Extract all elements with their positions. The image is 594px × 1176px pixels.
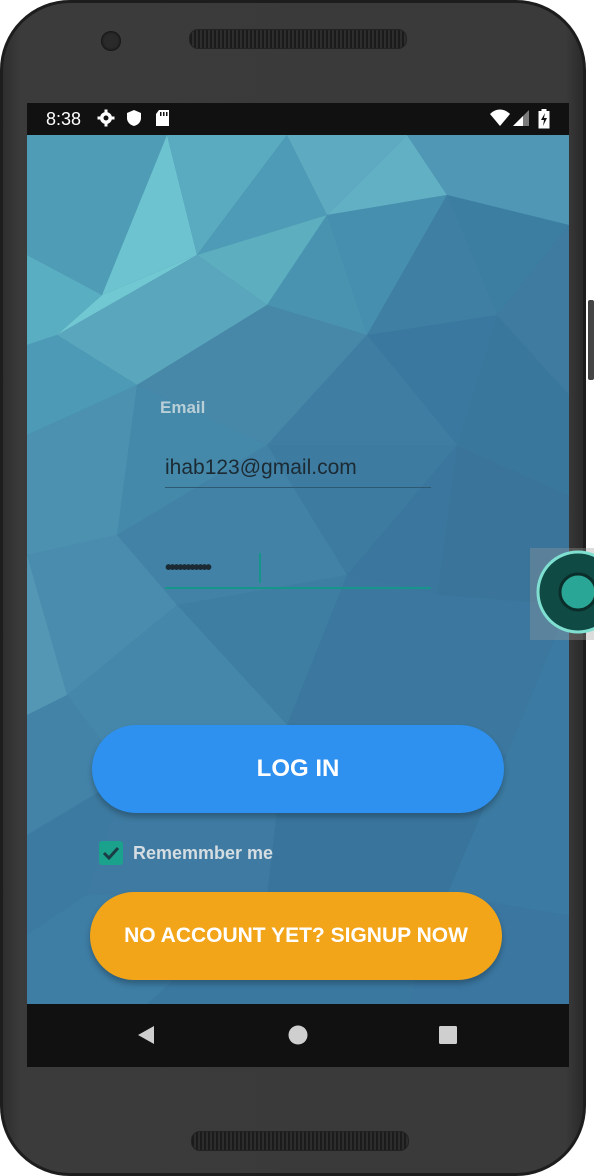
- checkmark-icon: [102, 846, 120, 861]
- touch-indicator: [530, 548, 594, 640]
- gear-icon: [97, 109, 115, 132]
- password-field[interactable]: •••••••••••: [165, 553, 431, 589]
- email-value: ihab123@gmail.com: [165, 456, 357, 479]
- login-button[interactable]: LOG IN: [92, 725, 504, 813]
- email-field[interactable]: ihab123@gmail.com: [165, 453, 431, 488]
- back-icon[interactable]: [135, 1024, 157, 1051]
- home-icon[interactable]: [287, 1024, 309, 1051]
- login-screen: Email ihab123@gmail.com ••••••••••• LOG …: [27, 135, 569, 1004]
- email-label: Email: [160, 398, 206, 417]
- sd-card-icon: [155, 109, 171, 132]
- password-value: •••••••••••: [165, 557, 212, 579]
- text-cursor: [259, 553, 261, 583]
- signal-icon: [512, 109, 530, 132]
- phone-frame: 8:38 Email ihab123@gmail.com •••••••••••…: [0, 0, 586, 1176]
- signup-button[interactable]: NO ACCOUNT YET? SIGNUP NOW: [90, 892, 502, 980]
- remember-me-label: Rememmber me: [133, 843, 274, 863]
- navigation-bar: [27, 1004, 569, 1067]
- front-camera: [101, 31, 121, 51]
- device-screen: 8:38 Email ihab123@gmail.com •••••••••••…: [27, 103, 569, 1067]
- remember-me-checkbox[interactable]: [99, 841, 123, 865]
- top-speaker-grille: [189, 29, 407, 49]
- side-power-button: [588, 300, 594, 380]
- battery-charging-icon: [538, 109, 550, 134]
- status-time: 8:38: [46, 109, 82, 129]
- recents-icon[interactable]: [437, 1024, 459, 1051]
- bottom-speaker-grille: [191, 1131, 409, 1151]
- status-bar: 8:38: [27, 103, 569, 135]
- wifi-icon: [489, 109, 511, 132]
- shield-icon: [126, 109, 142, 132]
